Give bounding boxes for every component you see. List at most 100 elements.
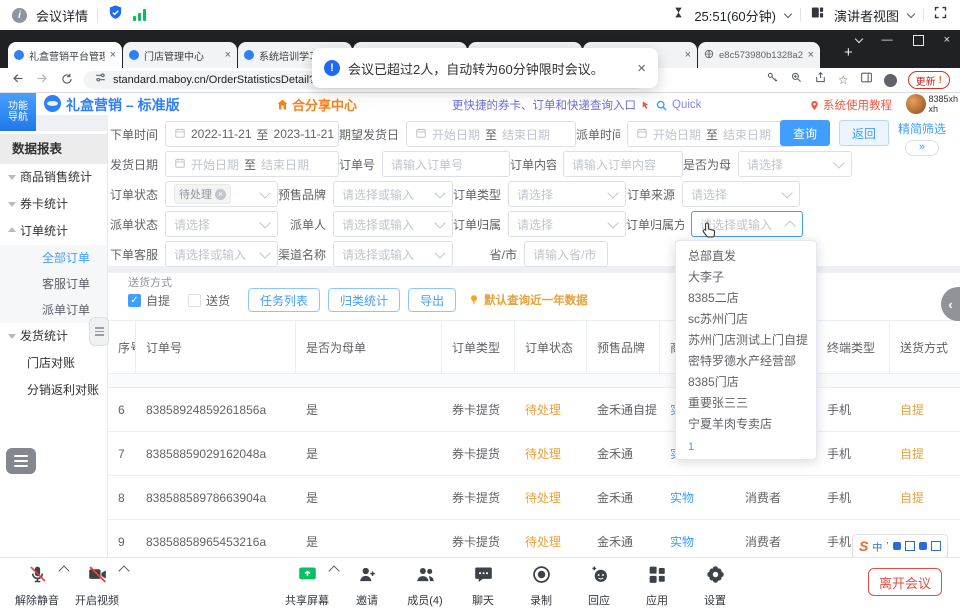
- new-tab-button[interactable]: +: [844, 40, 853, 66]
- members-icon[interactable]: [415, 564, 436, 590]
- search-button[interactable]: 查询: [780, 120, 830, 146]
- tab-search-icon[interactable]: [854, 34, 862, 42]
- settings-icon[interactable]: [705, 564, 726, 590]
- table-row[interactable]: 783858859029162048a是券卡提货待处理金禾通实物消费者手机自提: [108, 432, 960, 476]
- tag-remove-icon[interactable]: ×: [215, 189, 226, 200]
- dropdown-option[interactable]: 大李子: [676, 267, 816, 288]
- delivery-checkbox[interactable]: [188, 294, 201, 307]
- meeting-info-icon[interactable]: i: [12, 8, 27, 23]
- leave-meeting-button[interactable]: 离开会议: [868, 568, 942, 596]
- pickup-label[interactable]: 自提: [146, 292, 170, 309]
- delivery-label[interactable]: 送货: [206, 292, 230, 309]
- toast-close-icon[interactable]: ×: [637, 60, 646, 77]
- sidebar-subitem-客服订单[interactable]: 客服订单: [0, 271, 107, 297]
- zoom-icon[interactable]: [790, 71, 803, 89]
- toolbar-item-members[interactable]: 成员(4): [396, 564, 454, 608]
- select-field-渠道名称[interactable]: 请选择或输入: [333, 241, 453, 267]
- ime-keyboard-icon[interactable]: [905, 541, 915, 551]
- view-mode-label[interactable]: 演讲者视图: [834, 6, 899, 25]
- tab-close-icon[interactable]: ×: [110, 49, 116, 61]
- tab-close-icon[interactable]: ×: [808, 49, 814, 61]
- toolbar-item-record[interactable]: 录制: [512, 564, 570, 608]
- ime-mode-icon[interactable]: 中: [872, 539, 882, 554]
- floating-menu-button[interactable]: [6, 448, 36, 474]
- dropdown-option[interactable]: sc苏州门店: [676, 309, 816, 330]
- forward-icon[interactable]: [35, 71, 50, 89]
- browser-tab[interactable]: e8c573980b1328a258fd2e6×: [698, 42, 820, 68]
- function-nav-button[interactable]: 功能导航: [0, 93, 36, 131]
- sidebar-item-券卡统计[interactable]: 券卡统计: [0, 191, 107, 218]
- mute-icon[interactable]: [27, 564, 48, 590]
- toolbar-item-settings[interactable]: 设置: [686, 564, 744, 608]
- dropdown-option[interactable]: 重要张三三: [676, 393, 816, 414]
- share-center-link[interactable]: 合分享中心: [276, 95, 357, 114]
- toolbar-button-chat[interactable]: 聊天: [454, 564, 512, 608]
- daterange-field-派单时间[interactable]: 开始日期至结束日期: [627, 121, 795, 147]
- button-导出[interactable]: 导出: [408, 288, 456, 312]
- selected-tag[interactable]: 待处理×: [174, 184, 231, 204]
- share-icon[interactable]: [297, 564, 318, 590]
- dropdown-option[interactable]: 总部直发: [676, 246, 816, 267]
- ime-punct-icon[interactable]: ’: [886, 541, 888, 552]
- dropdown-option[interactable]: 8385二店: [676, 288, 816, 309]
- browser-update-button[interactable]: 更新!: [908, 71, 950, 89]
- toolbar-item-apps[interactable]: 应用: [628, 564, 686, 608]
- toolbar-button-settings[interactable]: 设置: [686, 564, 744, 608]
- sidebar-collapse-handle[interactable]: [89, 317, 109, 346]
- ime-voice-icon[interactable]: [893, 542, 901, 550]
- dropdown-option[interactable]: 宁夏羊肉专卖店: [676, 414, 816, 435]
- sogou-logo-icon[interactable]: S: [859, 538, 868, 554]
- back-icon[interactable]: [10, 71, 25, 89]
- toolbar-item-invite[interactable]: 邀请: [338, 564, 396, 608]
- sidebar-item-订单统计[interactable]: 订单统计: [0, 218, 107, 245]
- ime-toolbox-icon[interactable]: [931, 541, 941, 551]
- quick-entry-tip[interactable]: 更快捷的券卡、订单和快递查询入口 Quick: [452, 97, 701, 113]
- toolbar-button-members[interactable]: 成员(4): [396, 564, 454, 608]
- toolbar-button-record[interactable]: 录制: [512, 564, 570, 608]
- select-field-订单类型[interactable]: 请选择: [508, 181, 626, 207]
- timer-dropdown-icon[interactable]: [784, 9, 792, 17]
- site-settings-icon[interactable]: [94, 71, 107, 89]
- text-input-订单号[interactable]: 请输入订单号: [382, 151, 510, 177]
- daterange-field-发货日期[interactable]: 开始日期至结束日期: [165, 151, 339, 177]
- select-field-派单人[interactable]: 请选择或输入: [333, 211, 453, 237]
- table-row[interactable]: 983858858965453216a是券卡提货待处理金禾通实物消费者手机自提: [108, 520, 960, 558]
- collapse-pill-icon[interactable]: »: [905, 140, 939, 156]
- dropdown-option[interactable]: 8385门店: [676, 372, 816, 393]
- toolbar-button-react[interactable]: 回应: [570, 564, 628, 608]
- tab-close-icon[interactable]: ×: [685, 49, 691, 61]
- daterange-field-下单时间[interactable]: 2022-11-21至2023-11-21: [165, 121, 339, 147]
- chat-icon[interactable]: [473, 564, 494, 590]
- sidebar-subitem-全部订单[interactable]: 全部订单: [0, 245, 107, 271]
- browser-tab[interactable]: 门店管理中心×: [123, 42, 237, 68]
- select-field-下单客服[interactable]: 请选择或输入: [165, 241, 278, 267]
- dropdown-page-number[interactable]: 1: [676, 435, 816, 453]
- table-row[interactable]: 883858858978663904a是券卡提货待处理金禾通实物消费者手机自提: [108, 476, 960, 520]
- side-panel-icon[interactable]: [860, 71, 873, 89]
- table-row[interactable]: 683858924859261856a是券卡提货待处理金禾通自提实物消费者手机自…: [108, 388, 960, 432]
- video-icon[interactable]: [87, 564, 108, 590]
- window-minimize-icon[interactable]: —: [882, 34, 893, 46]
- fullscreen-icon[interactable]: [933, 5, 948, 25]
- toolbar-button-invite[interactable]: 邀请: [338, 564, 396, 608]
- sidebar-item-门店对账[interactable]: 门店对账: [0, 350, 107, 377]
- avatar[interactable]: [906, 94, 926, 114]
- security-shield-icon[interactable]: [107, 4, 124, 26]
- back-button[interactable]: 返回: [839, 120, 889, 146]
- select-field-订单状态[interactable]: 待处理×: [165, 181, 278, 207]
- button-任务列表[interactable]: 任务列表: [248, 288, 320, 312]
- select-field-派单状态[interactable]: 请选择: [165, 211, 278, 237]
- invite-icon[interactable]: [357, 564, 378, 590]
- view-dropdown-icon[interactable]: [907, 9, 915, 17]
- dropdown-option[interactable]: 密特罗德水产经营部: [676, 351, 816, 372]
- toolbar-button-apps[interactable]: 应用: [628, 564, 686, 608]
- sidebar-item-分销返利对账[interactable]: 分销返利对账: [0, 377, 107, 404]
- select-field-预售品牌[interactable]: 请选择或输入: [333, 181, 453, 207]
- share-page-icon[interactable]: [814, 71, 827, 89]
- browser-tab[interactable]: 礼盒营销平台管理中心×: [8, 42, 122, 68]
- input-method-toolbar[interactable]: S 中 ’: [852, 534, 948, 558]
- meeting-details-label[interactable]: 会议详情: [36, 6, 88, 25]
- select-field-订单来源[interactable]: 请选择: [682, 181, 800, 207]
- toolbar-item-mute[interactable]: 解除静音: [8, 564, 68, 608]
- network-signal-icon[interactable]: [133, 9, 146, 21]
